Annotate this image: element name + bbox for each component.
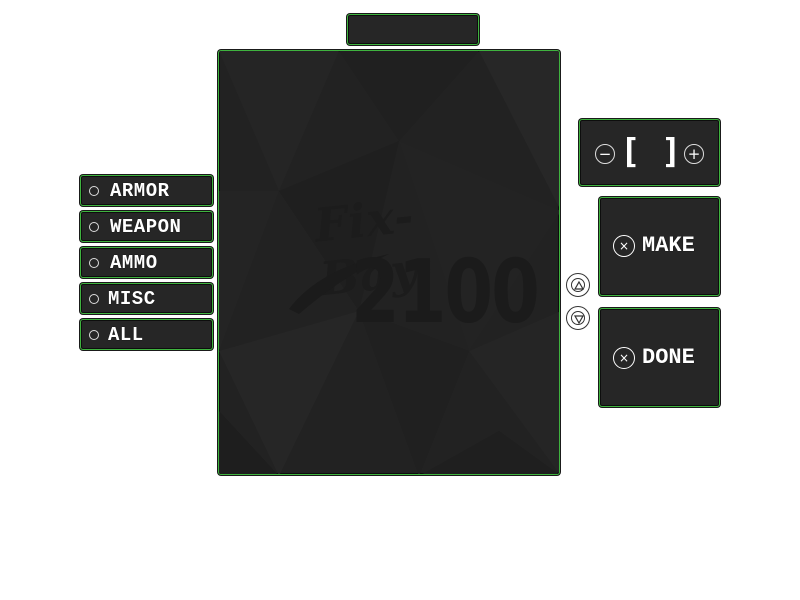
category-label: ARMOR (110, 179, 170, 202)
category-ammo[interactable]: AMMO (80, 247, 213, 278)
category-label: ALL (108, 323, 144, 346)
quantity-selector: − [ ] + (579, 119, 720, 186)
right-bracket: ] (661, 132, 682, 172)
x-circle-icon: × (613, 347, 635, 369)
radio-circle-icon (89, 293, 99, 304)
category-weapon[interactable]: WEAPON (80, 211, 213, 242)
logo-number: 2100 (351, 240, 540, 344)
make-label: MAKE (642, 233, 695, 258)
minus-button[interactable]: − (595, 144, 615, 164)
plus-button[interactable]: + (684, 144, 704, 164)
left-bracket: [ (620, 132, 641, 172)
recipe-list-panel[interactable]: Fix-Bay 2100 (218, 50, 560, 475)
fix-bay-logo: Fix-Bay 2100 (279, 179, 540, 349)
radio-circle-icon (89, 329, 99, 340)
done-button[interactable]: × DONE (599, 308, 720, 407)
category-label: AMMO (110, 251, 158, 274)
done-label: DONE (642, 345, 695, 370)
category-misc[interactable]: MISC (80, 283, 213, 314)
radio-circle-icon (89, 221, 99, 232)
scroll-down-button[interactable] (566, 306, 590, 330)
up-triangle-icon (573, 280, 585, 290)
category-all[interactable]: ALL (80, 319, 213, 350)
radio-circle-icon (89, 257, 99, 268)
category-armor[interactable]: ARMOR (80, 175, 213, 206)
x-circle-icon: × (613, 235, 635, 257)
down-triangle-icon (573, 315, 585, 325)
radio-circle-icon (89, 185, 99, 196)
scroll-up-button[interactable] (566, 273, 590, 297)
title-bar (347, 14, 479, 45)
make-button[interactable]: × MAKE (599, 197, 720, 296)
category-label: MISC (108, 287, 156, 310)
category-label: WEAPON (110, 215, 182, 238)
